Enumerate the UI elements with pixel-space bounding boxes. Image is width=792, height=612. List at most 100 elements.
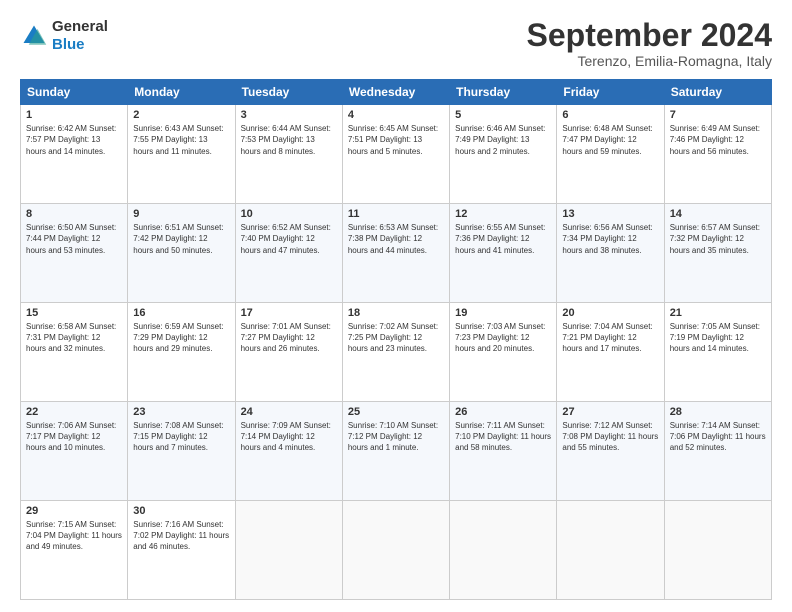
table-row: 13 Sunrise: 6:56 AM Sunset: 7:34 PM Dayli… bbox=[557, 204, 664, 303]
header-sunday: Sunday bbox=[21, 80, 128, 105]
table-row: 12 Sunrise: 6:55 AM Sunset: 7:36 PM Dayli… bbox=[450, 204, 557, 303]
day-info: Sunrise: 6:45 AM Sunset: 7:51 PM Dayligh… bbox=[348, 123, 444, 157]
day-info: Sunrise: 6:49 AM Sunset: 7:46 PM Dayligh… bbox=[670, 123, 766, 157]
day-number: 14 bbox=[670, 208, 766, 220]
month-title: September 2024 bbox=[527, 18, 772, 53]
table-row: 11 Sunrise: 6:53 AM Sunset: 7:38 PM Dayli… bbox=[342, 204, 449, 303]
day-info: Sunrise: 7:16 AM Sunset: 7:02 PM Dayligh… bbox=[133, 519, 229, 553]
table-row: 8 Sunrise: 6:50 AM Sunset: 7:44 PM Daylig… bbox=[21, 204, 128, 303]
day-number: 8 bbox=[26, 208, 122, 220]
table-row: 7 Sunrise: 6:49 AM Sunset: 7:46 PM Daylig… bbox=[664, 105, 771, 204]
day-info: Sunrise: 7:08 AM Sunset: 7:15 PM Dayligh… bbox=[133, 420, 229, 454]
table-row: 9 Sunrise: 6:51 AM Sunset: 7:42 PM Daylig… bbox=[128, 204, 235, 303]
day-number: 23 bbox=[133, 406, 229, 418]
day-info: Sunrise: 7:12 AM Sunset: 7:08 PM Dayligh… bbox=[562, 420, 658, 454]
header-tuesday: Tuesday bbox=[235, 80, 342, 105]
table-row: 26Sunrise: 7:11 AM Sunset: 7:10 PM Dayli… bbox=[450, 402, 557, 501]
logo-icon bbox=[20, 22, 48, 50]
header-wednesday: Wednesday bbox=[342, 80, 449, 105]
day-info: Sunrise: 6:42 AM Sunset: 7:57 PM Dayligh… bbox=[26, 123, 122, 157]
header-saturday: Saturday bbox=[664, 80, 771, 105]
calendar-week-row: 8 Sunrise: 6:50 AM Sunset: 7:44 PM Daylig… bbox=[21, 204, 772, 303]
day-info: Sunrise: 6:48 AM Sunset: 7:47 PM Dayligh… bbox=[562, 123, 658, 157]
table-row: 28Sunrise: 7:14 AM Sunset: 7:06 PM Dayli… bbox=[664, 402, 771, 501]
title-block: September 2024 Terenzo, Emilia-Romagna, … bbox=[527, 18, 772, 69]
calendar: Sunday Monday Tuesday Wednesday Thursday… bbox=[20, 79, 772, 600]
day-info: Sunrise: 7:09 AM Sunset: 7:14 PM Dayligh… bbox=[241, 420, 337, 454]
table-row: 5 Sunrise: 6:46 AM Sunset: 7:49 PM Daylig… bbox=[450, 105, 557, 204]
day-info: Sunrise: 7:15 AM Sunset: 7:04 PM Dayligh… bbox=[26, 519, 122, 553]
table-row: 6 Sunrise: 6:48 AM Sunset: 7:47 PM Daylig… bbox=[557, 105, 664, 204]
day-number: 6 bbox=[562, 109, 658, 121]
header: General Blue September 2024 Terenzo, Emi… bbox=[20, 18, 772, 69]
table-row: 25 Sunrise: 7:10 AM Sunset: 7:12 PM Dayli… bbox=[342, 402, 449, 501]
calendar-week-row: 29 Sunrise: 7:15 AM Sunset: 7:04 PM Dayli… bbox=[21, 501, 772, 600]
day-info: Sunrise: 6:52 AM Sunset: 7:40 PM Dayligh… bbox=[241, 222, 337, 256]
day-info: Sunrise: 6:50 AM Sunset: 7:44 PM Dayligh… bbox=[26, 222, 122, 256]
day-info: Sunrise: 6:56 AM Sunset: 7:34 PM Dayligh… bbox=[562, 222, 658, 256]
table-row: 27 Sunrise: 7:12 AM Sunset: 7:08 PM Dayli… bbox=[557, 402, 664, 501]
day-number: 10 bbox=[241, 208, 337, 220]
calendar-header-row: Sunday Monday Tuesday Wednesday Thursday… bbox=[21, 80, 772, 105]
calendar-week-row: 22Sunrise: 7:06 AM Sunset: 7:17 PM Dayli… bbox=[21, 402, 772, 501]
day-info: Sunrise: 6:53 AM Sunset: 7:38 PM Dayligh… bbox=[348, 222, 444, 256]
table-row: 2Sunrise: 6:43 AM Sunset: 7:55 PM Daylig… bbox=[128, 105, 235, 204]
table-row: 15 Sunrise: 6:58 AM Sunset: 7:31 PM Dayli… bbox=[21, 303, 128, 402]
day-info: Sunrise: 6:58 AM Sunset: 7:31 PM Dayligh… bbox=[26, 321, 122, 355]
day-number: 15 bbox=[26, 307, 122, 319]
day-info: Sunrise: 6:43 AM Sunset: 7:55 PM Dayligh… bbox=[133, 123, 229, 157]
day-number: 21 bbox=[670, 307, 766, 319]
day-number: 27 bbox=[562, 406, 658, 418]
day-info: Sunrise: 6:44 AM Sunset: 7:53 PM Dayligh… bbox=[241, 123, 337, 157]
day-info: Sunrise: 7:02 AM Sunset: 7:25 PM Dayligh… bbox=[348, 321, 444, 355]
logo-text: General Blue bbox=[52, 18, 108, 54]
header-thursday: Thursday bbox=[450, 80, 557, 105]
day-number: 7 bbox=[670, 109, 766, 121]
day-number: 1 bbox=[26, 109, 122, 121]
day-number: 28 bbox=[670, 406, 766, 418]
table-row: 23 Sunrise: 7:08 AM Sunset: 7:15 PM Dayli… bbox=[128, 402, 235, 501]
day-info: Sunrise: 6:55 AM Sunset: 7:36 PM Dayligh… bbox=[455, 222, 551, 256]
table-row: 19Sunrise: 7:03 AM Sunset: 7:23 PM Dayli… bbox=[450, 303, 557, 402]
table-row: 30 Sunrise: 7:16 AM Sunset: 7:02 PM Dayli… bbox=[128, 501, 235, 600]
day-number: 13 bbox=[562, 208, 658, 220]
table-row bbox=[557, 501, 664, 600]
table-row bbox=[342, 501, 449, 600]
day-number: 11 bbox=[348, 208, 444, 220]
table-row bbox=[450, 501, 557, 600]
table-row: 1 Sunrise: 6:42 AM Sunset: 7:57 PM Daylig… bbox=[21, 105, 128, 204]
day-number: 25 bbox=[348, 406, 444, 418]
day-info: Sunrise: 7:03 AM Sunset: 7:23 PM Dayligh… bbox=[455, 321, 551, 355]
day-number: 26 bbox=[455, 406, 551, 418]
table-row: 20Sunrise: 7:04 AM Sunset: 7:21 PM Dayli… bbox=[557, 303, 664, 402]
day-number: 17 bbox=[241, 307, 337, 319]
table-row: 17 Sunrise: 7:01 AM Sunset: 7:27 PM Dayli… bbox=[235, 303, 342, 402]
calendar-week-row: 15 Sunrise: 6:58 AM Sunset: 7:31 PM Dayli… bbox=[21, 303, 772, 402]
table-row: 3 Sunrise: 6:44 AM Sunset: 7:53 PM Daylig… bbox=[235, 105, 342, 204]
day-number: 16 bbox=[133, 307, 229, 319]
day-info: Sunrise: 6:46 AM Sunset: 7:49 PM Dayligh… bbox=[455, 123, 551, 157]
table-row: 14 Sunrise: 6:57 AM Sunset: 7:32 PM Dayli… bbox=[664, 204, 771, 303]
day-info: Sunrise: 6:57 AM Sunset: 7:32 PM Dayligh… bbox=[670, 222, 766, 256]
table-row bbox=[664, 501, 771, 600]
day-number: 3 bbox=[241, 109, 337, 121]
day-number: 18 bbox=[348, 307, 444, 319]
day-number: 5 bbox=[455, 109, 551, 121]
day-info: Sunrise: 6:59 AM Sunset: 7:29 PM Dayligh… bbox=[133, 321, 229, 355]
table-row: 4Sunrise: 6:45 AM Sunset: 7:51 PM Daylig… bbox=[342, 105, 449, 204]
day-number: 29 bbox=[26, 505, 122, 517]
day-number: 12 bbox=[455, 208, 551, 220]
day-info: Sunrise: 7:10 AM Sunset: 7:12 PM Dayligh… bbox=[348, 420, 444, 454]
day-number: 30 bbox=[133, 505, 229, 517]
header-friday: Friday bbox=[557, 80, 664, 105]
table-row: 18 Sunrise: 7:02 AM Sunset: 7:25 PM Dayli… bbox=[342, 303, 449, 402]
table-row bbox=[235, 501, 342, 600]
header-monday: Monday bbox=[128, 80, 235, 105]
table-row: 10 Sunrise: 6:52 AM Sunset: 7:40 PM Dayli… bbox=[235, 204, 342, 303]
day-number: 9 bbox=[133, 208, 229, 220]
table-row: 21 Sunrise: 7:05 AM Sunset: 7:19 PM Dayli… bbox=[664, 303, 771, 402]
day-info: Sunrise: 7:01 AM Sunset: 7:27 PM Dayligh… bbox=[241, 321, 337, 355]
location: Terenzo, Emilia-Romagna, Italy bbox=[527, 53, 772, 69]
day-info: Sunrise: 7:05 AM Sunset: 7:19 PM Dayligh… bbox=[670, 321, 766, 355]
day-info: Sunrise: 6:51 AM Sunset: 7:42 PM Dayligh… bbox=[133, 222, 229, 256]
